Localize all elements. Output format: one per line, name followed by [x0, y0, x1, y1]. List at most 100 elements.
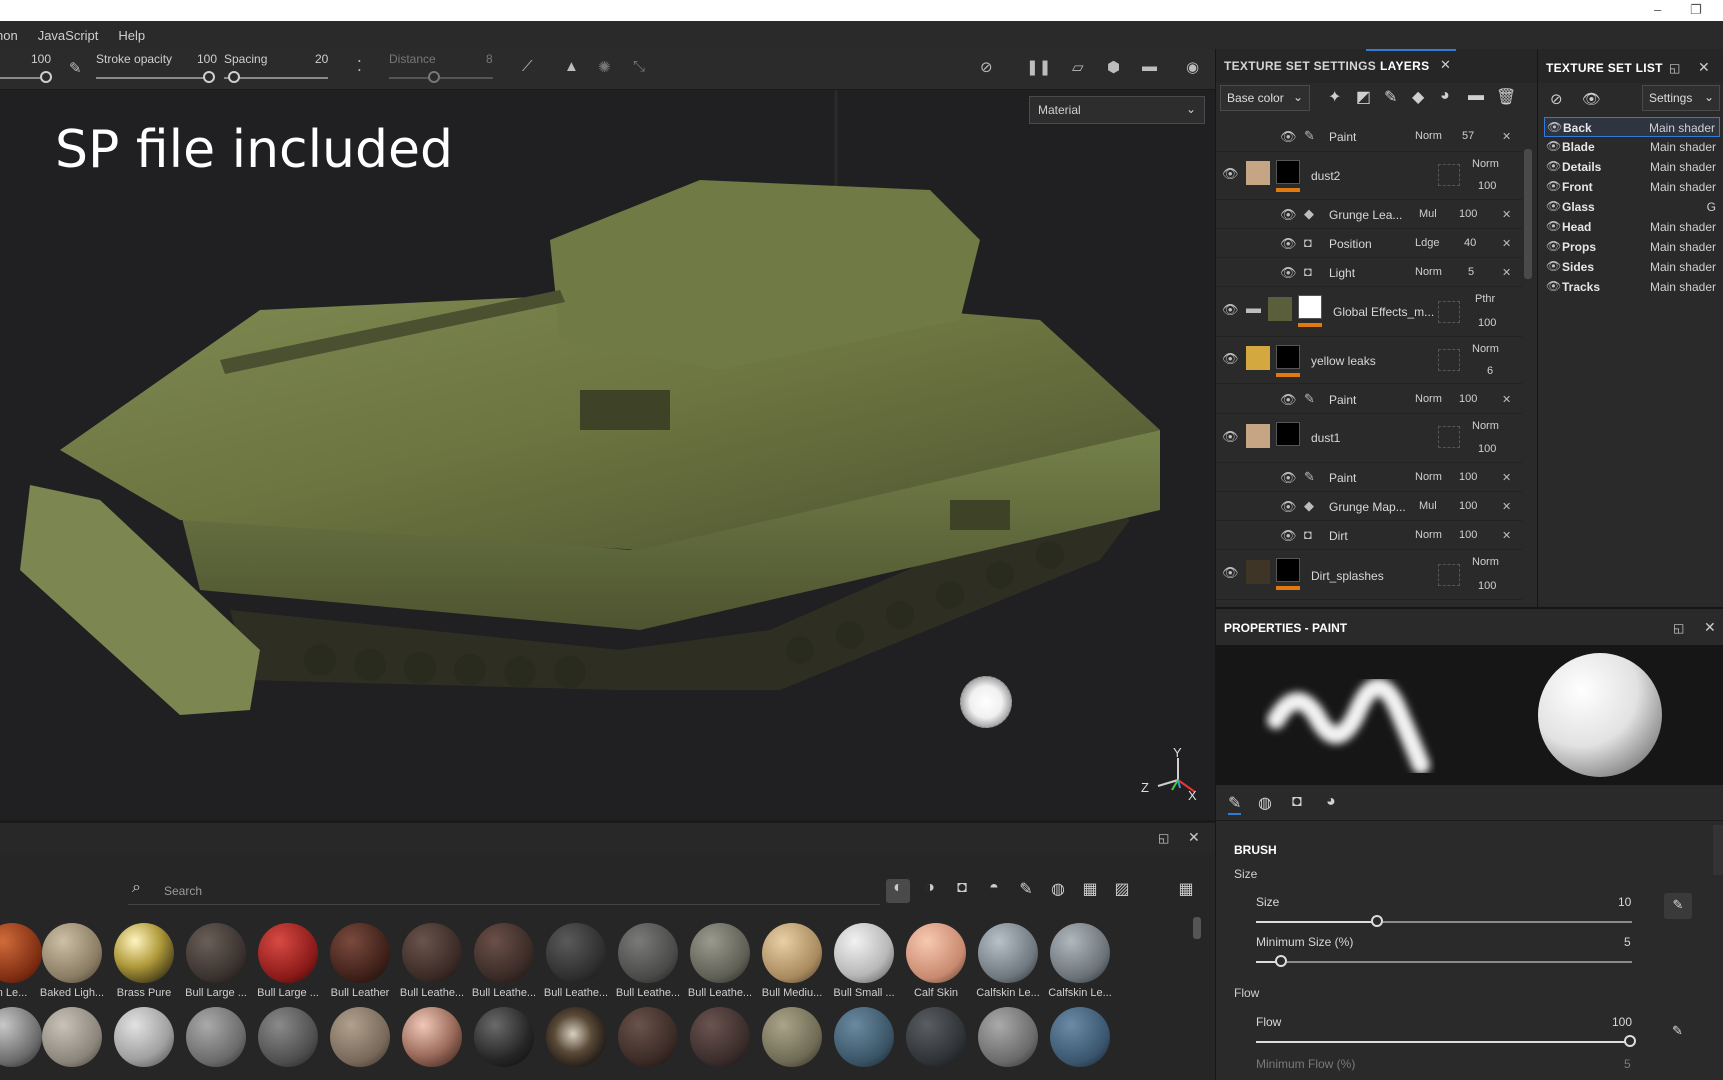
- shader-name[interactable]: Main shader: [1650, 280, 1716, 294]
- texture-set-item[interactable]: 👁 Tracks Main shader: [1544, 277, 1720, 297]
- transform-icon[interactable]: ⤡: [633, 58, 645, 75]
- material-thumbnail[interactable]: Bull Leathe...: [684, 923, 756, 1003]
- material-thumbnail[interactable]: [396, 1007, 468, 1080]
- layer-effect-row[interactable]: 👁 ✎ Paint Norm 100 ✕: [1216, 463, 1522, 492]
- texture-set-item[interactable]: 👁 Glass G: [1544, 197, 1720, 217]
- blend-mode[interactable]: Norm: [1472, 420, 1499, 432]
- size-slider-track[interactable]: [0, 77, 40, 79]
- eye-icon[interactable]: 👁: [1280, 499, 1297, 515]
- minimize-icon[interactable]: –: [1654, 2, 1661, 17]
- texture-set-item[interactable]: 👁 Front Main shader: [1544, 177, 1720, 197]
- pen-pressure-button[interactable]: ✎: [1664, 893, 1692, 919]
- texture-set-item[interactable]: 👁 Details Main shader: [1544, 157, 1720, 177]
- material-thumbnail[interactable]: Bull Leather: [324, 923, 396, 1003]
- eye-icon[interactable]: 👁: [1546, 179, 1561, 193]
- opacity-value[interactable]: 100: [1459, 500, 1477, 512]
- shader-name[interactable]: Main shader: [1650, 180, 1716, 194]
- pen-pressure-icon[interactable]: ✎: [1672, 1023, 1683, 1039]
- material-thumbnail[interactable]: [900, 1007, 972, 1080]
- delete-icon[interactable]: 🗑: [1496, 87, 1516, 107]
- layer-mask-thumbnail[interactable]: [1276, 558, 1300, 582]
- material-thumbnail[interactable]: Calfskin Le...: [972, 923, 1044, 1003]
- remove-effect-icon[interactable]: ✕: [1502, 393, 1511, 406]
- close-icon[interactable]: ✕: [1440, 57, 1451, 73]
- material-thumbnail[interactable]: [108, 1007, 180, 1080]
- eye-icon[interactable]: 👁: [1280, 129, 1297, 145]
- remove-effect-icon[interactable]: ✕: [1502, 208, 1511, 221]
- settings-dropdown[interactable]: Settings ⌄: [1642, 85, 1720, 111]
- close-icon[interactable]: ✕: [1698, 59, 1710, 76]
- opacity-value[interactable]: 5: [1468, 266, 1474, 278]
- eye-icon[interactable]: 👁: [1222, 429, 1239, 445]
- eye-icon[interactable]: 👁: [1222, 565, 1239, 581]
- filter-grunges-icon[interactable]: ▦: [1078, 879, 1102, 903]
- undock-icon[interactable]: ◱: [1158, 831, 1169, 845]
- filter-masks-icon[interactable]: ◘: [950, 879, 974, 903]
- visibility-toggle-icon[interactable]: ⊘: [1550, 90, 1563, 108]
- layer-row[interactable]: 👁 Dirt_splashes Norm 100: [1216, 550, 1522, 600]
- material-thumbnail[interactable]: [684, 1007, 756, 1080]
- menu-item-help[interactable]: Help: [118, 28, 145, 43]
- eye-icon[interactable]: 👁: [1222, 166, 1239, 182]
- material-thumbnail[interactable]: [612, 1007, 684, 1080]
- opacity-value[interactable]: 100: [1459, 208, 1477, 220]
- blend-mode[interactable]: Norm: [1415, 393, 1442, 405]
- eye-icon[interactable]: 👁: [1280, 207, 1297, 223]
- close-icon[interactable]: ✕: [1704, 619, 1716, 636]
- blend-mode[interactable]: Pthr: [1475, 293, 1495, 305]
- tool-settings-icon[interactable]: ✺: [598, 58, 611, 76]
- layer-row[interactable]: 👁 dust2 Norm 100: [1216, 152, 1522, 200]
- remove-effect-icon[interactable]: ✕: [1502, 471, 1511, 484]
- layer-row[interactable]: 👁 dust1 Norm 100: [1216, 414, 1522, 463]
- grid-view-icon[interactable]: ▦: [1174, 879, 1198, 903]
- opacity-value[interactable]: 57: [1462, 130, 1474, 142]
- shelf-scrollbar[interactable]: [1193, 917, 1201, 939]
- opacity-value[interactable]: 6: [1487, 365, 1493, 377]
- texture-set-item[interactable]: 👁 Head Main shader: [1544, 217, 1720, 237]
- material-thumbnail[interactable]: Calfskin Le...: [1044, 923, 1116, 1003]
- add-fill-layer-icon[interactable]: ◆: [1412, 87, 1424, 107]
- material-thumbnail[interactable]: [540, 1007, 612, 1080]
- layer-effect-row[interactable]: 👁 ✎ Paint Norm 100 ✕: [1216, 384, 1522, 414]
- shader-name[interactable]: Main shader: [1650, 160, 1716, 174]
- opacity-value[interactable]: 100: [1459, 471, 1477, 483]
- restore-icon[interactable]: ❐: [1690, 2, 1702, 18]
- shader-name[interactable]: Main shader: [1650, 220, 1716, 234]
- 3d-viewport[interactable]: SP file included Material ⌄ Y Z X: [0, 90, 1215, 820]
- menu-item-partial[interactable]: non: [0, 28, 18, 43]
- undock-icon[interactable]: ◱: [1669, 61, 1680, 75]
- material-thumbnail[interactable]: Bull Leathe...: [468, 923, 540, 1003]
- texture-set-item[interactable]: 👁 Blade Main shader: [1544, 137, 1720, 157]
- eye-icon[interactable]: 👁: [1546, 159, 1561, 173]
- filter-smart-materials-icon[interactable]: ◑: [918, 879, 942, 903]
- blend-mode[interactable]: Norm: [1472, 556, 1499, 568]
- blend-mode[interactable]: Norm: [1415, 529, 1442, 541]
- material-thumbnail[interactable]: Bull Large ...: [252, 923, 324, 1003]
- eye-icon[interactable]: 👁: [1222, 302, 1239, 318]
- material-thumbnail[interactable]: Bull Large ...: [180, 923, 252, 1003]
- layer-effect-row[interactable]: 👁 ◘ Light Norm 5 ✕: [1216, 258, 1522, 287]
- close-icon[interactable]: ✕: [1188, 829, 1200, 846]
- spacing-knob[interactable]: [228, 71, 240, 83]
- min-size-slider-track[interactable]: [1256, 961, 1632, 963]
- tab-texture-set-settings[interactable]: TEXTURE SET SETTINGS: [1224, 59, 1376, 73]
- opacity-value[interactable]: 100: [1478, 317, 1496, 329]
- texture-set-item[interactable]: 👁 Props Main shader: [1544, 237, 1720, 257]
- size-slider-knob[interactable]: [40, 71, 52, 83]
- filter-environments-icon[interactable]: ▨: [1110, 879, 1134, 903]
- opacity-value[interactable]: 100: [1478, 580, 1496, 592]
- blend-mode[interactable]: Norm: [1415, 266, 1442, 278]
- eye-icon[interactable]: 👁: [1546, 139, 1561, 153]
- add-smart-material-icon[interactable]: ◕: [1440, 87, 1450, 105]
- texture-set-item[interactable]: 👁 Sides Main shader: [1544, 257, 1720, 277]
- layer-name[interactable]: dust2: [1311, 169, 1340, 183]
- line-icon[interactable]: ⟋: [522, 58, 533, 75]
- layer-effect-row[interactable]: 👁 ✎ Paint Norm 57 ✕: [1216, 121, 1522, 152]
- material-thumbnail[interactable]: [36, 1007, 108, 1080]
- blend-mode[interactable]: Norm: [1415, 130, 1442, 142]
- eye-icon[interactable]: 👁: [1582, 90, 1601, 108]
- blend-mode[interactable]: Norm: [1472, 343, 1499, 355]
- view-mode-icon[interactable]: ▱: [1072, 58, 1084, 76]
- filter-alphas-icon[interactable]: ◍: [1046, 879, 1070, 903]
- size-slider-knob[interactable]: [1371, 915, 1383, 927]
